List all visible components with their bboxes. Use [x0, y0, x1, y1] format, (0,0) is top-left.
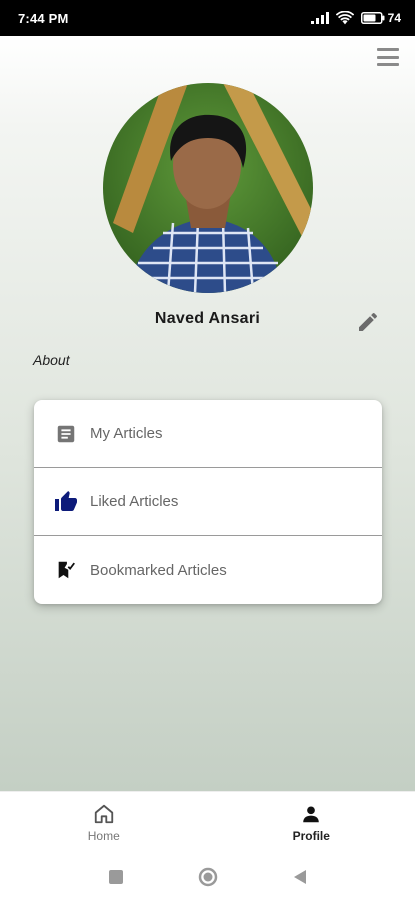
article-icon	[54, 422, 78, 446]
home-icon	[94, 804, 113, 823]
liked-articles-item[interactable]: Liked Articles	[34, 468, 382, 536]
nav-home[interactable]: Home	[0, 792, 208, 853]
thumb-up-icon	[54, 490, 78, 514]
system-navigation-bar	[0, 853, 415, 900]
hamburger-menu-icon[interactable]	[377, 48, 399, 66]
battery-icon	[360, 12, 385, 24]
back-triangle-icon[interactable]	[289, 866, 311, 888]
profile-name: Naved Ansari	[154, 310, 261, 327]
my-articles-item[interactable]: My Articles	[34, 400, 382, 468]
nav-profile[interactable]: Profile	[208, 792, 415, 853]
bookmarked-articles-label: Bookmarked Articles	[90, 561, 227, 579]
liked-articles-label: Liked Articles	[90, 493, 179, 510]
bookmark-check-icon	[54, 558, 78, 582]
home-circle-icon[interactable]	[197, 866, 219, 888]
nav-home-label: Home	[87, 828, 120, 843]
about-label: About	[33, 352, 70, 368]
person-icon	[303, 805, 320, 822]
battery-level: 74	[387, 11, 401, 25]
wifi-icon	[335, 11, 354, 25]
articles-menu-card: My Articles Liked Articles Bookmarked Ar…	[34, 400, 382, 604]
my-articles-label: My Articles	[90, 425, 163, 442]
status-icons: 74	[310, 11, 401, 25]
nav-profile-label: Profile	[292, 828, 330, 843]
status-bar: 7:44 PM 74	[0, 0, 415, 36]
profile-screen: Naved Ansari About My Articles Liked Art…	[0, 36, 415, 791]
battery-indicator: 74	[360, 11, 401, 25]
bottom-navigation: Home Profile	[0, 791, 415, 853]
edit-pencil-icon[interactable]	[356, 310, 380, 334]
bookmarked-articles-item[interactable]: Bookmarked Articles	[34, 536, 382, 604]
signal-icon	[310, 12, 329, 24]
recents-square-icon[interactable]	[105, 866, 127, 888]
status-time: 7:44 PM	[18, 10, 69, 26]
avatar	[103, 83, 313, 293]
